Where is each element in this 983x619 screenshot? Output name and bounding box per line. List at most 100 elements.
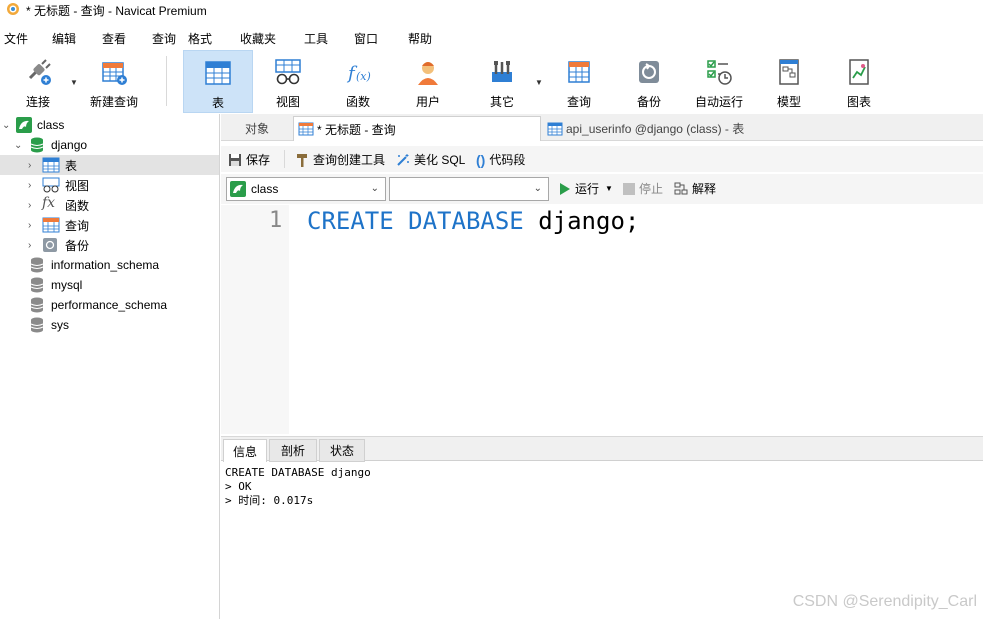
tree-item-tables[interactable]: › 表 [0, 155, 219, 175]
tree-database-mysql[interactable]: mysql [0, 275, 219, 295]
backup-button[interactable]: 备份 [619, 50, 679, 113]
new-query-button[interactable]: 新建查询 [86, 50, 142, 113]
tab-table[interactable]: api_userinfo @django (class) - 表 [543, 116, 791, 141]
tree-item-label: 函数 [65, 198, 90, 213]
menu-view[interactable]: 查看 [102, 30, 126, 47]
explain-button[interactable]: 解释 [674, 180, 716, 197]
table-button[interactable]: 表 [183, 50, 253, 113]
tab-objects[interactable]: 对象 [221, 116, 293, 141]
backup-icon [635, 58, 663, 86]
tree-database-sys[interactable]: sys [0, 315, 219, 335]
main-toolbar: 连接 ▼ 新建查询 表 视图 f (x) 函数 用户 其它 ▼ 查询 备份 自动… [0, 50, 983, 113]
document-tabs: 对象 * 无标题 - 查询 api_userinfo @django (clas… [221, 114, 983, 141]
tree-database-django[interactable]: ⌄ django [0, 135, 219, 155]
code-snippet-button[interactable]: () 代码段 [476, 151, 525, 168]
menu-file[interactable]: 文件 [4, 30, 28, 47]
chevron-down-icon[interactable]: ⌄ [14, 140, 22, 151]
mysql-connection-icon [230, 181, 246, 197]
chevron-down-icon[interactable]: ⌄ [2, 120, 10, 131]
sql-keyword: DATABASE [408, 207, 524, 235]
query-builder-label: 查询创建工具 [313, 153, 386, 167]
tree-item-label: 视图 [65, 178, 90, 193]
selector-bar: class ⌄ ⌄ 运行 ▼ 停止 解释 [221, 174, 983, 204]
sql-code-line[interactable]: CREATE DATABASE django; [307, 207, 639, 235]
model-button[interactable]: 模型 [759, 50, 819, 113]
backup-label: 备份 [637, 95, 662, 109]
chevron-right-icon[interactable]: › [28, 240, 31, 251]
chevron-right-icon[interactable]: › [28, 200, 31, 211]
connect-dropdown-icon[interactable]: ▼ [70, 78, 78, 87]
new-query-icon [100, 58, 128, 86]
menu-bar: 文件 编辑 查看 查询 格式 收藏夹 工具 窗口 帮助 [0, 26, 983, 48]
run-label: 运行 [575, 182, 600, 196]
tree-item-views[interactable]: › 视图 [0, 175, 219, 195]
explain-label: 解释 [692, 182, 717, 196]
chevron-down-icon: ⌄ [370, 183, 379, 194]
tab-profile[interactable]: 剖析 [269, 439, 317, 462]
view-button[interactable]: 视图 [258, 50, 318, 113]
menu-window[interactable]: 窗口 [354, 30, 378, 47]
chart-icon [845, 58, 873, 86]
run-button[interactable]: 运行 ▼ [559, 180, 613, 197]
tab-query[interactable]: * 无标题 - 查询 [293, 116, 541, 141]
mysql-connection-icon [16, 117, 32, 136]
table-icon [204, 59, 232, 87]
function-button[interactable]: f (x) 函数 [328, 50, 388, 113]
sql-identifier: django; [523, 207, 640, 235]
database-gray-icon [30, 277, 44, 296]
database-select[interactable]: ⌄ [389, 177, 549, 201]
tree-item-backups[interactable]: › 备份 [0, 235, 219, 255]
menu-query[interactable]: 查询 [152, 30, 176, 47]
toolbar-separator [284, 150, 285, 168]
automation-button[interactable]: 自动运行 [689, 50, 749, 113]
code-snippet-label: 代码段 [489, 153, 526, 167]
connection-select[interactable]: class ⌄ [226, 177, 386, 201]
tree-database-information-schema[interactable]: information_schema [0, 255, 219, 275]
tree-item-label: 备份 [65, 238, 90, 253]
view-label: 视图 [276, 95, 301, 109]
result-tabs: 信息 剖析 状态 [221, 436, 983, 462]
chevron-right-icon[interactable]: › [28, 180, 31, 191]
save-button[interactable]: 保存 [228, 151, 270, 168]
output-line: CREATE DATABASE django [225, 466, 371, 479]
menu-favorites[interactable]: 收藏夹 [240, 30, 276, 47]
automation-label: 自动运行 [695, 95, 744, 109]
stop-button[interactable]: 停止 [623, 180, 663, 197]
menu-format[interactable]: 格式 [188, 30, 212, 47]
query-button[interactable]: 查询 [549, 50, 609, 113]
tree-item-functions[interactable]: › fx 函数 [0, 195, 219, 215]
run-dropdown-icon[interactable]: ▼ [605, 184, 613, 193]
table-tab-icon [547, 122, 563, 136]
new-query-label: 新建查询 [90, 95, 139, 109]
connect-button[interactable]: 连接 [8, 50, 68, 113]
menu-help[interactable]: 帮助 [408, 30, 432, 47]
beautify-sql-label: 美化 SQL [414, 153, 466, 167]
chevron-right-icon[interactable]: › [28, 220, 31, 231]
query-builder-button[interactable]: 查询创建工具 [295, 151, 385, 168]
play-icon [559, 182, 571, 195]
tab-info[interactable]: 信息 [223, 439, 267, 462]
line-number: 1 [269, 208, 283, 233]
stop-label: 停止 [639, 182, 664, 196]
chevron-down-icon: ⌄ [533, 183, 542, 194]
beautify-sql-button[interactable]: 美化 SQL [396, 151, 465, 168]
chevron-right-icon[interactable]: › [28, 160, 31, 171]
tab-status[interactable]: 状态 [319, 439, 365, 462]
tab-label: * 无标题 - 查询 [317, 122, 396, 137]
backup-icon [42, 237, 58, 256]
tab-label: 剖析 [280, 444, 305, 458]
function-label: 函数 [346, 95, 371, 109]
tree-item-queries[interactable]: › 查询 [0, 215, 219, 235]
sql-editor[interactable]: 1 CREATE DATABASE django; [221, 205, 983, 434]
query-label: 查询 [567, 95, 592, 109]
user-button[interactable]: 用户 [398, 50, 458, 113]
tree-database-performance-schema[interactable]: performance_schema [0, 295, 219, 315]
other-button[interactable]: 其它 [472, 50, 532, 113]
query-icon [42, 217, 60, 236]
chart-button[interactable]: 图表 [829, 50, 889, 113]
view-icon [42, 177, 60, 196]
menu-tools[interactable]: 工具 [304, 30, 328, 47]
menu-edit[interactable]: 编辑 [52, 30, 76, 47]
other-dropdown-icon[interactable]: ▼ [535, 78, 543, 87]
tree-connection[interactable]: ⌄ class [0, 115, 219, 135]
